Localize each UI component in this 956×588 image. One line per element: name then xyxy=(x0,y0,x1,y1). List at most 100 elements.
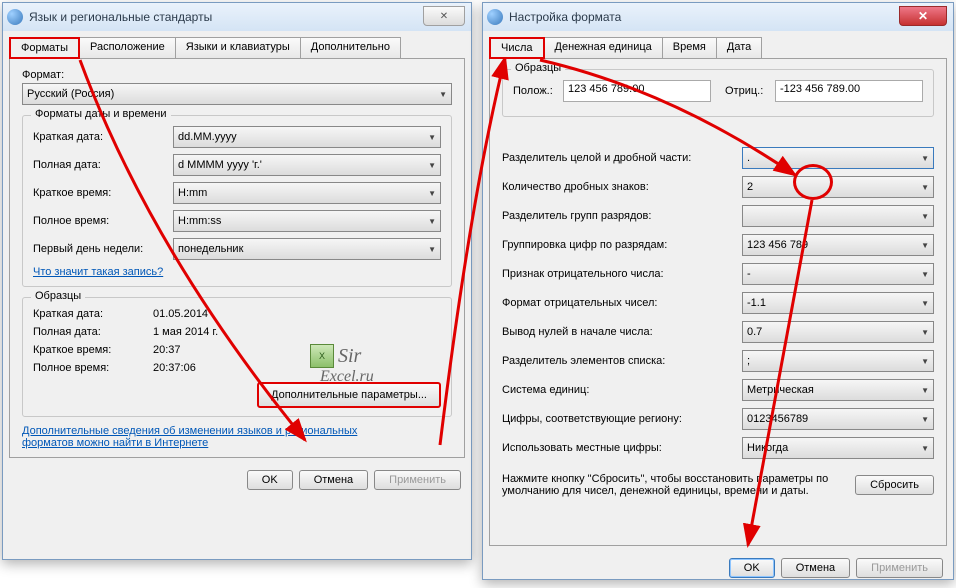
samples-group-2: Образцы Полож.: 123 456 789.00 Отриц.: -… xyxy=(502,69,934,117)
sample-row: Полная дата:1 мая 2014 г. xyxy=(33,326,441,338)
tab-formats[interactable]: Форматы xyxy=(9,37,80,59)
setting-dropdown[interactable]: ▼ xyxy=(742,205,934,227)
tab-date[interactable]: Дата xyxy=(716,37,762,58)
number-setting-row: Разделитель элементов списка:;▼ xyxy=(502,350,934,372)
format-row-value: dd.MM.yyyy xyxy=(178,131,428,143)
format-row-dropdown[interactable]: d MMMM yyyy 'г.'▼ xyxy=(173,154,441,176)
positive-label: Полож.: xyxy=(513,85,563,97)
tabs-2: Числа Денежная единица Время Дата xyxy=(483,31,953,58)
setting-dropdown[interactable]: -1.1▼ xyxy=(742,292,934,314)
samples-group-1: Образцы Краткая дата:01.05.2014Полная да… xyxy=(22,297,452,417)
region-settings-window: Язык и региональные стандарты ✕ Форматы … xyxy=(2,2,472,560)
format-row-dropdown[interactable]: dd.MM.yyyy▼ xyxy=(173,126,441,148)
setting-dropdown[interactable]: Метрическая▼ xyxy=(742,379,934,401)
chevron-down-icon: ▼ xyxy=(428,161,436,170)
chevron-down-icon: ▼ xyxy=(428,189,436,198)
format-row-dropdown[interactable]: H:mm:ss▼ xyxy=(173,210,441,232)
tab-numbers[interactable]: Числа xyxy=(489,37,545,59)
sample-label: Краткая дата: xyxy=(33,308,153,320)
sample-row: Полное время:20:37:06 xyxy=(33,362,441,374)
format-label: Формат: xyxy=(22,69,452,81)
setting-dropdown[interactable]: Никогда▼ xyxy=(742,437,934,459)
setting-dropdown[interactable]: 123 456 789▼ xyxy=(742,234,934,256)
setting-label: Использовать местные цифры: xyxy=(502,442,742,454)
format-row-label: Полная дата: xyxy=(33,159,173,171)
number-setting-row: Количество дробных знаков:2▼ xyxy=(502,176,934,198)
format-row-dropdown[interactable]: H:mm▼ xyxy=(173,182,441,204)
setting-label: Вывод нулей в начале числа: xyxy=(502,326,742,338)
format-row-value: d MMMM yyyy 'г.' xyxy=(178,159,428,171)
tab-time[interactable]: Время xyxy=(662,37,717,58)
format-dropdown[interactable]: Русский (Россия) ▼ xyxy=(22,83,452,105)
chevron-down-icon: ▼ xyxy=(439,90,447,99)
number-setting-row: Разделитель групп разрядов:▼ xyxy=(502,205,934,227)
close-button-1[interactable]: ✕ xyxy=(423,6,465,26)
tabs-1: Форматы Расположение Языки и клавиатуры … xyxy=(3,31,471,58)
chevron-down-icon: ▼ xyxy=(921,183,929,192)
sample-value: 01.05.2014 xyxy=(153,308,208,320)
sample-row: Краткая дата:01.05.2014 xyxy=(33,308,441,320)
ok-button-2[interactable]: OK xyxy=(729,558,775,578)
titlebar-2: Настройка формата ✕ xyxy=(483,3,953,31)
window-title-1: Язык и региональные стандарты xyxy=(29,10,212,24)
sample-value: 20:37:06 xyxy=(153,362,196,374)
ok-button-1[interactable]: OK xyxy=(247,470,293,490)
globe-icon xyxy=(487,9,503,25)
setting-label: Признак отрицательного числа: xyxy=(502,268,742,280)
setting-dropdown[interactable]: -▼ xyxy=(742,263,934,285)
setting-dropdown[interactable]: .▼ xyxy=(742,147,934,169)
setting-dropdown[interactable]: 2▼ xyxy=(742,176,934,198)
number-setting-row: Разделитель целой и дробной части:.▼ xyxy=(502,147,934,169)
chevron-down-icon: ▼ xyxy=(921,357,929,366)
close-button-2[interactable]: ✕ xyxy=(899,6,947,26)
sample-value: 1 мая 2014 г. xyxy=(153,326,218,338)
setting-label: Разделитель целой и дробной части: xyxy=(502,152,742,164)
setting-label: Группировка цифр по разрядам: xyxy=(502,239,742,251)
setting-value: 0123456789 xyxy=(747,413,921,425)
online-info-link[interactable]: Дополнительные сведения об изменении язы… xyxy=(22,425,402,449)
setting-value: 2 xyxy=(747,181,921,193)
samples-group-title-2: Образцы xyxy=(511,62,565,74)
apply-button-1[interactable]: Применить xyxy=(374,470,461,490)
setting-label: Разделитель элементов списка: xyxy=(502,355,742,367)
sample-label: Полная дата: xyxy=(33,326,153,338)
setting-dropdown[interactable]: ;▼ xyxy=(742,350,934,372)
setting-dropdown[interactable]: 0.7▼ xyxy=(742,321,934,343)
tab-advanced[interactable]: Дополнительно xyxy=(300,37,401,58)
setting-value: -1.1 xyxy=(747,297,921,309)
number-setting-row: Формат отрицательных чисел:-1.1▼ xyxy=(502,292,934,314)
format-row-value: H:mm:ss xyxy=(178,215,428,227)
cancel-button-2[interactable]: Отмена xyxy=(781,558,850,578)
button-row-1: OK Отмена Применить xyxy=(3,464,471,500)
tab-currency[interactable]: Денежная единица xyxy=(544,37,663,58)
tab-keyboards[interactable]: Языки и клавиатуры xyxy=(175,37,301,58)
format-row-label: Полное время: xyxy=(33,215,173,227)
additional-params-button[interactable]: Дополнительные параметры... xyxy=(257,382,441,408)
cancel-button-1[interactable]: Отмена xyxy=(299,470,368,490)
chevron-down-icon: ▼ xyxy=(921,212,929,221)
reset-button[interactable]: Сбросить xyxy=(855,475,934,495)
format-row-value: понедельник xyxy=(178,243,428,255)
numbers-panel: Образцы Полож.: 123 456 789.00 Отриц.: -… xyxy=(489,58,947,546)
format-row: Полная дата:d MMMM yyyy 'г.'▼ xyxy=(33,154,441,176)
setting-value: 123 456 789 xyxy=(747,239,921,251)
format-row-label: Краткое время: xyxy=(33,187,173,199)
number-setting-row: Вывод нулей в начале числа:0.7▼ xyxy=(502,321,934,343)
negative-label: Отриц.: xyxy=(725,85,775,97)
format-row-dropdown[interactable]: понедельник▼ xyxy=(173,238,441,260)
samples-group-title-1: Образцы xyxy=(31,290,85,302)
sample-label: Краткое время: xyxy=(33,344,153,356)
format-row: Первый день недели:понедельник▼ xyxy=(33,238,441,260)
format-value: Русский (Россия) xyxy=(27,88,439,100)
tab-location[interactable]: Расположение xyxy=(79,37,176,58)
datetime-group-title: Форматы даты и времени xyxy=(31,108,171,120)
setting-value: Метрическая xyxy=(747,384,921,396)
sample-label: Полное время: xyxy=(33,362,153,374)
sample-row: Краткое время:20:37 xyxy=(33,344,441,356)
setting-label: Система единиц: xyxy=(502,384,742,396)
reset-hint: Нажмите кнопку "Сбросить", чтобы восстан… xyxy=(502,473,845,497)
notation-link[interactable]: Что значит такая запись? xyxy=(33,266,441,278)
setting-dropdown[interactable]: 0123456789▼ xyxy=(742,408,934,430)
chevron-down-icon: ▼ xyxy=(921,270,929,279)
apply-button-2[interactable]: Применить xyxy=(856,558,943,578)
